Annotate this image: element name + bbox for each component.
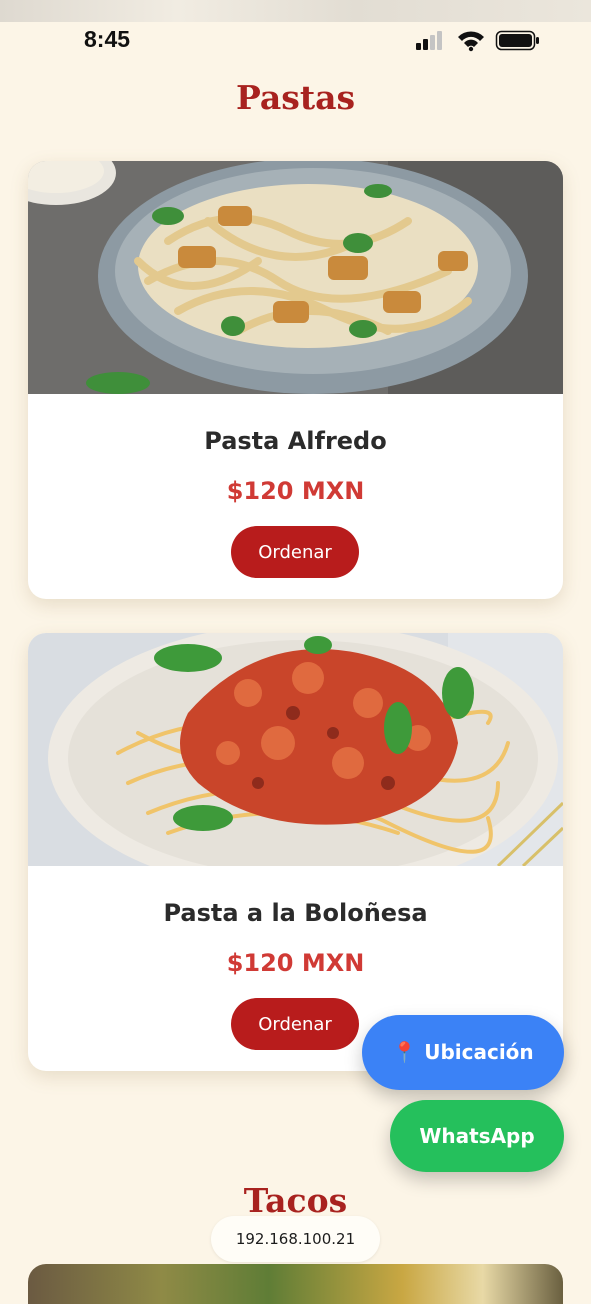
status-bar: 8:45: [0, 22, 591, 62]
section-title-tacos: Tacos: [243, 1181, 348, 1220]
menu-card-pasta-alfredo: Pasta Alfredo $120 MXN Ordenar: [28, 161, 563, 599]
location-button[interactable]: 📍 Ubicación: [362, 1015, 564, 1090]
status-icons: [416, 30, 539, 52]
pasta-bolonesa-photo: [28, 633, 563, 866]
battery-icon: [495, 30, 539, 51]
pasta-alfredo-photo: [28, 161, 563, 394]
wifi-icon: [458, 31, 484, 52]
whatsapp-button[interactable]: WhatsApp: [390, 1100, 564, 1172]
wallpaper-strip: [0, 0, 591, 22]
whatsapp-label: WhatsApp: [419, 1124, 535, 1148]
item-price: $120 MXN: [226, 477, 365, 505]
address-bar[interactable]: 192.168.100.21: [211, 1216, 380, 1262]
menu-card-pasta-bolonesa: Pasta a la Boloñesa $120 MXN Ordenar: [28, 633, 563, 1071]
item-price: $120 MXN: [226, 949, 365, 977]
cellular-signal-icon: [416, 31, 442, 50]
status-time: 8:45: [84, 26, 131, 52]
section-title-pastas: Pastas: [235, 78, 356, 117]
menu-card-tacos-preview: [28, 1264, 563, 1304]
location-label: Ubicación: [424, 1040, 534, 1064]
item-name: Pasta a la Boloñesa: [163, 899, 428, 927]
url-text: 192.168.100.21: [235, 1230, 356, 1248]
order-button[interactable]: Ordenar: [231, 998, 359, 1050]
item-name: Pasta Alfredo: [204, 427, 387, 455]
order-button[interactable]: Ordenar: [231, 526, 359, 578]
map-pin-icon: 📍: [392, 1040, 418, 1064]
